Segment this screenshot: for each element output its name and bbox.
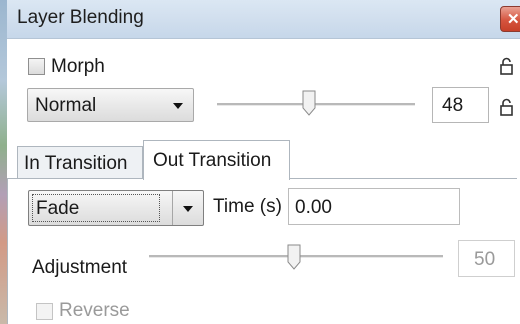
layer-blending-window: Layer Blending ✕ Morph Normal 48 In Tran… — [0, 0, 520, 324]
adjustment-value: 50 — [474, 249, 496, 270]
tab-label: Out Transition — [153, 150, 272, 171]
title-bar[interactable]: Layer Blending ✕ — [7, 0, 520, 39]
close-icon: ✕ — [507, 11, 520, 28]
tab-in-transition[interactable]: In Transition — [17, 146, 143, 179]
adjustment-value-field[interactable]: 50 — [458, 240, 515, 277]
transition-type-select[interactable]: Fade — [28, 190, 204, 226]
opacity-slider-track[interactable] — [217, 103, 415, 106]
opacity-value: 48 — [442, 95, 464, 116]
chevron-down-icon — [173, 103, 183, 109]
morph-checkbox[interactable] — [28, 58, 45, 75]
blend-mode-select[interactable]: Normal — [27, 88, 194, 122]
blend-mode-value: Normal — [35, 95, 97, 116]
time-label: Time (s) — [213, 196, 282, 217]
time-value: 0.00 — [295, 197, 332, 218]
transition-type-value: Fade — [36, 198, 80, 219]
opacity-slider-thumb[interactable] — [302, 90, 316, 116]
opacity-value-field[interactable]: 48 — [432, 87, 489, 123]
chevron-down-icon — [183, 206, 193, 212]
morph-label: Morph — [51, 56, 105, 77]
adjustment-slider-thumb[interactable] — [287, 244, 301, 270]
morph-lock-icon[interactable] — [500, 57, 513, 75]
combo-divider — [172, 191, 173, 225]
adjustment-label: Adjustment — [32, 257, 128, 278]
opacity-lock-icon[interactable] — [500, 98, 513, 116]
tab-out-transition[interactable]: Out Transition — [143, 140, 290, 180]
time-input[interactable]: 0.00 — [288, 188, 460, 225]
tab-label: In Transition — [24, 153, 128, 174]
close-button[interactable]: ✕ — [500, 6, 520, 32]
window-edge-decoration — [0, 0, 7, 324]
reverse-label: Reverse — [59, 300, 130, 321]
out-transition-panel: Fade Time (s) 0.00 Adjustment 50 Reverse — [7, 178, 517, 324]
reverse-checkbox[interactable] — [36, 303, 53, 320]
window-title: Layer Blending — [17, 7, 144, 28]
